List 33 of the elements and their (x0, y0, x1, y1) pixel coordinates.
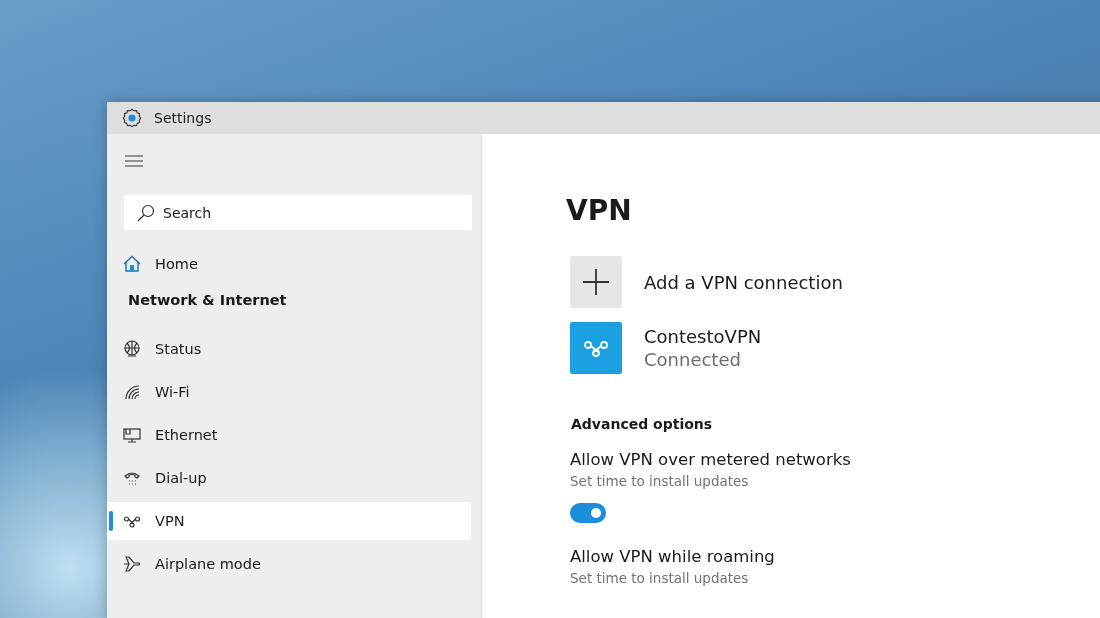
wifi-icon (123, 383, 141, 401)
gear-icon (122, 108, 142, 128)
option-title: Allow VPN over metered networks (570, 450, 852, 469)
home-icon (123, 255, 141, 273)
option-description: Set time to install updates (570, 570, 750, 586)
search-icon (137, 204, 155, 222)
nav-item[interactable]: Ethernet (107, 416, 471, 454)
section-heading: Advanced options (571, 416, 714, 432)
phone-icon (123, 469, 141, 487)
nav-item[interactable]: Status (107, 330, 471, 368)
connection-status: Connected (644, 349, 742, 370)
plus-icon (583, 269, 609, 295)
connection-name: ContestoVPN (644, 326, 762, 347)
page-title: VPN (566, 194, 633, 227)
add-connection-link[interactable]: Add a VPN connection (644, 271, 843, 293)
option-description: Set time to install updates (570, 473, 750, 489)
vpn-icon (583, 338, 609, 358)
toggle-switch[interactable] (570, 503, 606, 523)
nav-item[interactable]: Dial-up (107, 459, 471, 497)
nav-item[interactable]: VPN (107, 502, 471, 540)
selection-indicator (109, 511, 113, 531)
search-field[interactable]: Search (124, 195, 472, 230)
monitor-icon (123, 426, 141, 444)
nav-item[interactable]: Wi-Fi (107, 373, 471, 411)
menu-icon (125, 155, 143, 167)
section-heading: Network & Internet (127, 291, 288, 310)
add-tile[interactable] (570, 256, 622, 308)
option-title: Allow VPN while roaming (570, 547, 776, 566)
nav-item[interactable]: Airplane mode (107, 545, 471, 583)
home-link[interactable]: Home (107, 245, 471, 283)
window-title: Settings (154, 110, 212, 126)
vpn-tile[interactable] (570, 322, 622, 374)
airplane-icon (123, 555, 141, 573)
